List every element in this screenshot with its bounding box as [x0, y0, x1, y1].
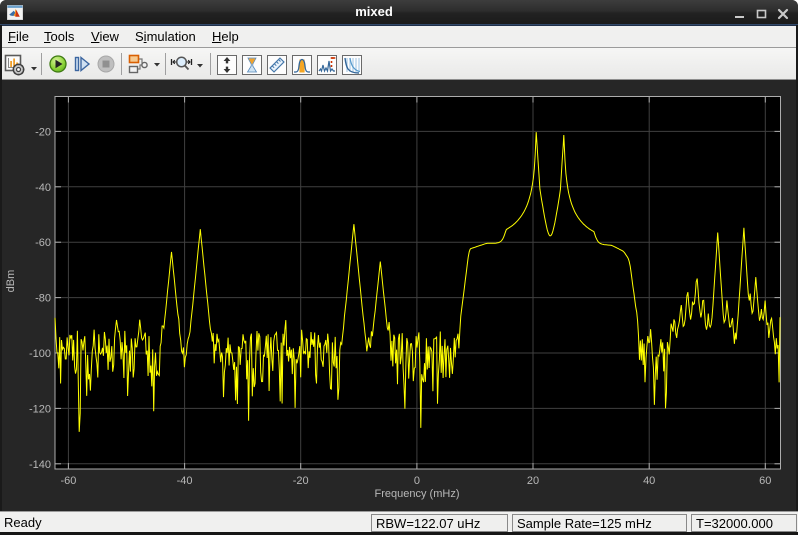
- svg-text:40: 40: [643, 475, 655, 487]
- svg-text:-60: -60: [35, 237, 51, 249]
- svg-text:60: 60: [759, 475, 771, 487]
- svg-text:-120: -120: [29, 403, 51, 415]
- svg-text:-40: -40: [35, 182, 51, 194]
- svg-text:20: 20: [527, 475, 539, 487]
- svg-text:-20: -20: [293, 475, 309, 487]
- svg-text:-80: -80: [35, 293, 51, 305]
- svg-text:-100: -100: [29, 348, 51, 360]
- svg-text:dBm: dBm: [5, 270, 17, 293]
- svg-text:Frequency (mHz): Frequency (mHz): [375, 488, 460, 500]
- svg-text:-60: -60: [60, 475, 76, 487]
- svg-text:-20: -20: [35, 126, 51, 138]
- svg-text:-40: -40: [177, 475, 193, 487]
- svg-text:0: 0: [414, 475, 420, 487]
- svg-text:-140: -140: [29, 459, 51, 471]
